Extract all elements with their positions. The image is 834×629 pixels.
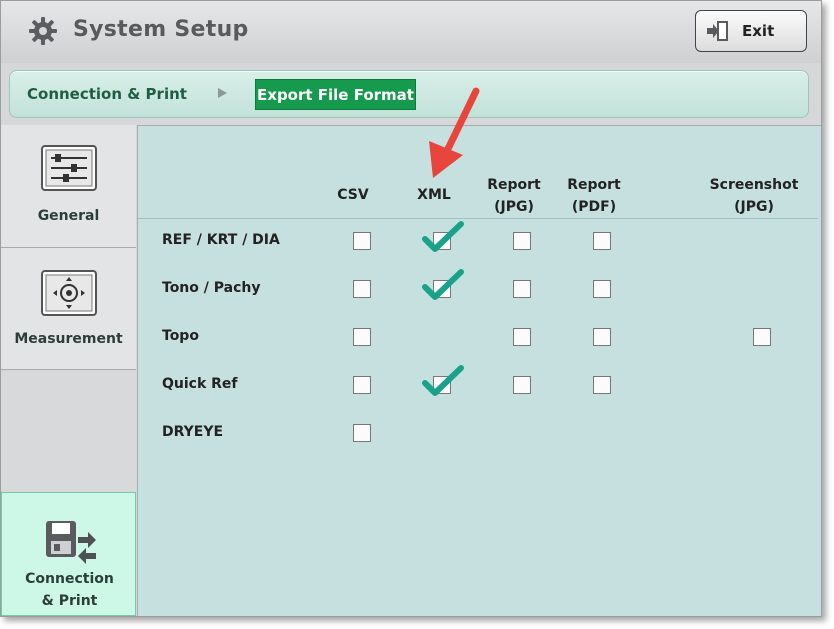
exit-icon [707, 21, 728, 41]
sidebar-item-label: General [37, 208, 100, 224]
checkbox-2[interactable] [433, 376, 451, 394]
checkbox-2[interactable] [433, 280, 451, 298]
sidebar-item-connection-print[interactable]: Connection & Print [1, 492, 136, 616]
measurement-icon [41, 270, 97, 316]
column-header-line1: XML [417, 187, 451, 203]
checkbox-1[interactable] [353, 328, 371, 346]
column-header-line2: (PDF) [571, 199, 617, 215]
page-title: System Setup [73, 17, 249, 42]
row-label: Quick Ref [162, 376, 238, 392]
sidebar-item-label: Measurement [14, 331, 123, 347]
sidebar: General Measurement Connection & Print [1, 125, 136, 616]
checkbox-3[interactable] [513, 280, 531, 298]
exit-button[interactable]: Exit [695, 10, 807, 52]
checkbox-1[interactable] [353, 376, 371, 394]
checkbox-3[interactable] [513, 328, 531, 346]
column-header-line1: Report [567, 177, 621, 193]
column-header-line1: Report [487, 177, 541, 193]
sidebar-item-general[interactable]: General [1, 125, 136, 248]
column-header: XML [394, 184, 474, 206]
checkbox-3[interactable] [513, 232, 531, 250]
column-header: Screenshot (JPG) [699, 174, 809, 218]
breadcrumb: Connection & Print Export File Format [9, 70, 809, 118]
row-label: Tono / Pachy [162, 280, 261, 296]
header-divider [138, 218, 818, 219]
sliders-icon [41, 145, 97, 191]
gear-icon [29, 17, 57, 45]
checkbox-4[interactable] [593, 376, 611, 394]
checkbox-1[interactable] [353, 424, 371, 442]
column-header-line1: Screenshot [709, 177, 799, 193]
system-setup-window: System Setup Exit Connection & Print Exp… [0, 0, 822, 617]
checkbox-4[interactable] [593, 328, 611, 346]
checkbox-4[interactable] [593, 232, 611, 250]
column-header: Report (JPG) [479, 174, 549, 218]
column-header-line1: CSV [337, 187, 369, 203]
checkbox-2[interactable] [433, 232, 451, 250]
column-header: CSV [318, 184, 388, 206]
breadcrumb-current[interactable]: Export File Format [255, 79, 416, 110]
exit-button-label: Exit [742, 22, 775, 40]
column-header-line2: (JPG) [734, 199, 774, 215]
breadcrumb-parent[interactable]: Connection & Print [27, 85, 187, 103]
column-header: Report (PDF) [559, 174, 629, 218]
row-label: REF / KRT / DIA [162, 232, 280, 248]
sidebar-item-measurement[interactable]: Measurement [1, 248, 136, 370]
connection-print-icon [46, 521, 96, 564]
breadcrumb-arrow-icon [218, 88, 227, 98]
checkbox-5[interactable] [753, 328, 771, 346]
checkbox-1[interactable] [353, 280, 371, 298]
column-header-line2: (JPG) [494, 199, 534, 215]
sidebar-item-label-line1: Connection [25, 571, 114, 587]
checkbox-3[interactable] [513, 376, 531, 394]
title-bar: System Setup Exit [1, 1, 821, 63]
checkbox-1[interactable] [353, 232, 371, 250]
row-label: DRYEYE [162, 424, 224, 440]
sidebar-item-label-line2: & Print [41, 593, 98, 609]
row-label: Topo [162, 328, 199, 344]
export-format-panel: CSV XML Report (JPG) Report (PDF) Screenshot (J… [137, 125, 821, 616]
checkbox-4[interactable] [593, 280, 611, 298]
